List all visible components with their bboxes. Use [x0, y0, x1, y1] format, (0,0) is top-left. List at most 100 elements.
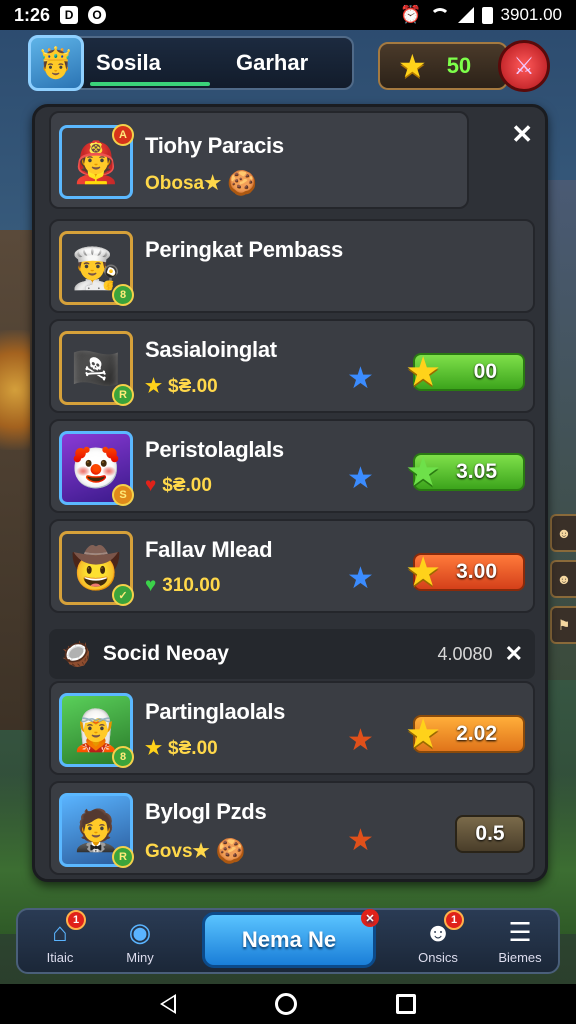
rewards-panel: 🧑‍🚒 A Tiohy Paracis Obosa★ 🍪 ✕ 👨‍🍳 8 Pering…: [32, 104, 548, 882]
top-card-subtitle-text: Obosa★: [145, 173, 222, 194]
notification-badge: 1: [66, 910, 86, 930]
card-subtitle: ★ $₴.00: [145, 375, 218, 398]
background-right-scenery: [546, 180, 576, 680]
level-badge: 8: [112, 284, 134, 306]
globe-icon: ◉: [128, 917, 152, 947]
star-icon: ★: [347, 562, 374, 595]
top-card[interactable]: 🧑‍🚒 A Tiohy Paracis Obosa★ 🍪: [49, 111, 469, 209]
cookie-icon: 🍪: [227, 170, 258, 197]
reward-value: 3.05: [456, 460, 497, 483]
battery-icon: [481, 6, 493, 24]
star-icon: ★: [145, 376, 163, 397]
top-card-badge: A: [112, 124, 134, 146]
card-title: Partinglaolals: [145, 699, 286, 724]
nav-label: Onsics: [418, 950, 458, 965]
card-subtitle: ♥ 310.00: [145, 575, 220, 597]
star-icon: ★: [407, 551, 440, 592]
card-subtitle-text: $₴.00: [168, 737, 218, 759]
portrait: 🧝 8: [59, 693, 134, 768]
top-card-subtitle: Obosa★ 🍪: [145, 169, 257, 198]
nav-label: Itiaic: [46, 950, 74, 965]
card-subtitle-text: Govs★: [145, 841, 210, 862]
xp-bar: [90, 82, 210, 86]
reward-button[interactable]: 0.5: [455, 815, 525, 853]
portrait: 🤠 ✓: [59, 531, 134, 606]
level-badge: 8: [112, 746, 134, 768]
section-header: 🥥 Socid Neoay 4.0080 ✕: [49, 629, 535, 679]
center-action-button[interactable]: Nema Ne ✕: [202, 909, 379, 968]
card-title: Peringkat Pembass: [145, 237, 343, 262]
character-icon: ☻: [424, 917, 452, 947]
level-badge: S: [112, 484, 134, 506]
side-tab-quest[interactable]: ⚑: [550, 606, 576, 644]
player-header[interactable]: 🤴 Sosila Garhar: [28, 35, 354, 91]
close-icon[interactable]: ✕: [511, 119, 533, 150]
pouch-icon: 🥥: [61, 640, 91, 668]
section-value: 4.0080: [437, 643, 493, 664]
wifi-icon: [429, 8, 450, 22]
nav-item-map[interactable]: ◉ Miny: [100, 916, 180, 972]
card-subtitle-text: $₴.00: [162, 475, 212, 496]
currency-value: 50: [446, 53, 472, 78]
notification-icon-2: O: [88, 6, 107, 24]
guild-name: Garhar: [236, 50, 309, 75]
list-item[interactable]: 🧝 8 Partinglaolals ★ $₴.00 ★ ★ 2.02: [49, 681, 535, 775]
card-subtitle-text: $₴.00: [168, 375, 218, 397]
star-icon: ★: [398, 48, 427, 84]
star-icon: ★: [407, 451, 440, 492]
list-item[interactable]: 👨‍🍳 8 Peringkat Pembass: [49, 219, 535, 313]
reward-button[interactable]: ★ 3.05: [407, 451, 525, 492]
heart-icon: ♥: [145, 475, 157, 496]
back-icon[interactable]: [159, 994, 176, 1014]
player-name: Sosila: [96, 50, 161, 75]
star-icon: ★: [347, 724, 374, 757]
reward-value: 00: [473, 360, 497, 383]
star-icon: ★: [347, 362, 374, 395]
home-circle-icon[interactable]: [274, 993, 297, 1015]
nav-item-home[interactable]: ⌂ Itiaic 1: [20, 910, 100, 972]
recents-icon[interactable]: [396, 994, 417, 1014]
side-tab-character[interactable]: ☻: [550, 514, 576, 552]
top-card-title: Tiohy Paracis: [145, 133, 284, 158]
list-item[interactable]: 🤵 R Bylogl Pzds Govs★ 🍪 ★ 0.5: [49, 781, 535, 875]
nav-label: Biemes: [498, 950, 542, 965]
currency-display[interactable]: ★ 50: [378, 42, 508, 90]
player-avatar[interactable]: 🤴: [28, 35, 84, 91]
reward-button[interactable]: ★ 2.02: [407, 713, 525, 754]
close-icon: ✕: [361, 909, 379, 927]
reward-button[interactable]: ★ 00: [407, 351, 525, 392]
level-badge: R: [112, 846, 134, 868]
close-icon[interactable]: ✕: [505, 641, 523, 667]
battle-button[interactable]: ⚔: [498, 40, 550, 92]
nav-item-chest[interactable]: ☰ Biemes: [480, 916, 560, 972]
list-item[interactable]: 🏴‍☠️ R Sasialoinglat ★ $₴.00 ★ ★ 00: [49, 319, 535, 413]
alarm-icon: ⏰: [400, 5, 422, 24]
status-right-text: 3901.00: [500, 5, 562, 24]
signal-icon: [457, 7, 474, 23]
home-icon: ⌂: [52, 917, 68, 947]
list-item[interactable]: 🤠 ✓ Fallav Mlead ♥ 310.00 ★ ★ 3.00: [49, 519, 535, 613]
star-icon: ★: [347, 824, 374, 857]
reward-button[interactable]: ★ 3.00: [407, 551, 525, 592]
status-bar: 1:26 D O ⏰ 3901.00: [0, 0, 576, 30]
portrait: 👨‍🍳 8: [59, 231, 134, 306]
reward-value: 2.02: [456, 722, 497, 745]
side-tab-character-2[interactable]: ☻: [550, 560, 576, 598]
reward-value: 3.00: [456, 560, 497, 583]
portrait: 🤵 R: [59, 793, 134, 868]
cookie-icon: 🍪: [215, 838, 246, 865]
star-icon: ★: [347, 462, 374, 495]
card-subtitle: ★ $₴.00: [145, 737, 218, 760]
section-title: Socid Neoay: [102, 642, 229, 665]
reward-value: 0.5: [475, 822, 505, 845]
nav-item-characters[interactable]: ☻ Onsics 1: [398, 910, 478, 972]
center-button-label: Nema Ne: [241, 927, 337, 952]
card-title: Fallav Mlead: [145, 537, 273, 562]
bottom-nav: ⌂ Itiaic 1 ◉ Miny Nema Ne ✕ ☻ Onsics 1 ☰…: [16, 908, 560, 974]
card-title: Peristolaglals: [145, 437, 284, 462]
card-subtitle: Govs★ 🍪: [145, 837, 245, 866]
level-badge: ✓: [112, 584, 134, 606]
star-icon: ★: [145, 738, 163, 759]
list-item[interactable]: 🤡 S Peristolaglals ♥ $₴.00 ★ ★ 3.05: [49, 419, 535, 513]
portrait: 🤡 S: [59, 431, 134, 506]
